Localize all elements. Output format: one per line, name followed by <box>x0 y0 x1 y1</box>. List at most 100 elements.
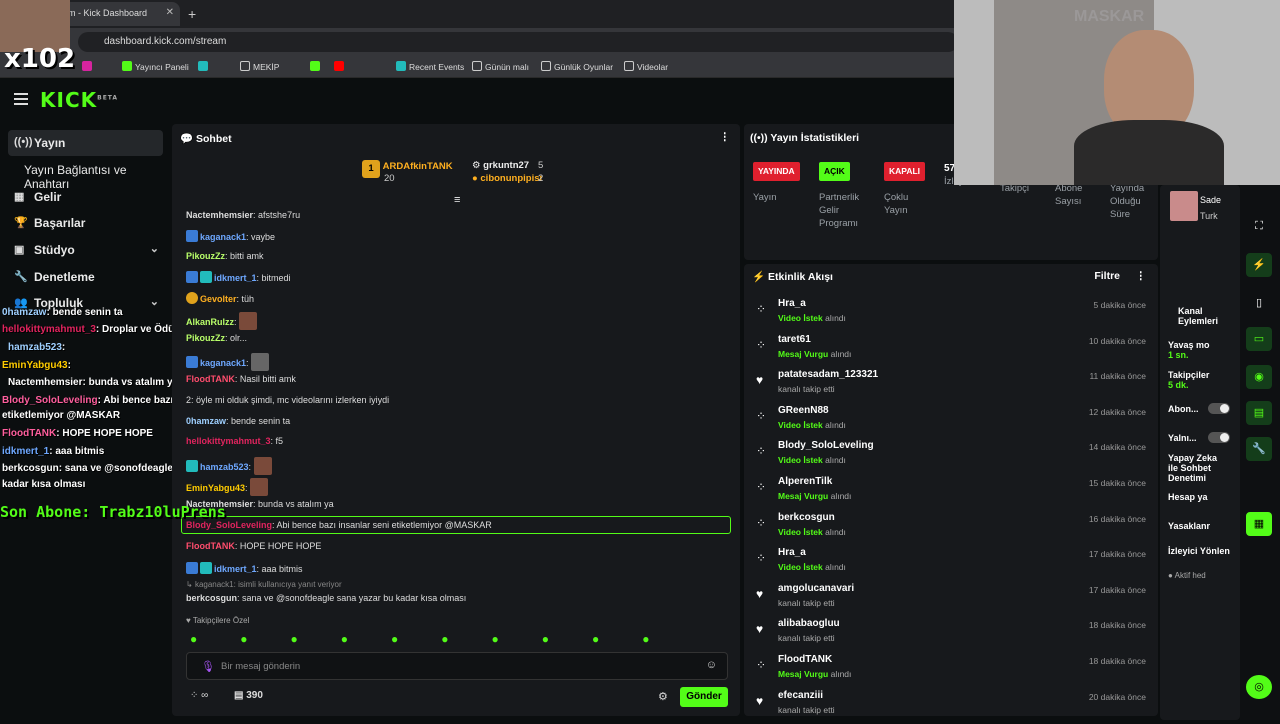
feed-item-time: 16 dakika önce <box>1088 513 1146 524</box>
layout-icon[interactable]: ▤ <box>1246 401 1272 425</box>
chat-message: AlkanRulzz: <box>186 312 258 330</box>
account-age-item[interactable]: Hesap ya <box>1168 492 1208 502</box>
settings-gear-icon[interactable]: ⚙ <box>658 690 668 703</box>
feed-item-name: Hra_a <box>778 298 806 309</box>
broadcast-rail-icon[interactable]: ◉ <box>1246 365 1272 389</box>
feed-filter-button[interactable]: Filtre <box>1094 270 1120 282</box>
bookmark-kick-icon[interactable] <box>310 61 323 72</box>
feed-item[interactable]: ⁘ FloodTANK Mesaj Vurgu alındı 18 dakika ön… <box>754 654 1150 688</box>
overlay-counter: x102 <box>4 44 76 74</box>
bookmark-gunun-mali[interactable]: Günün malı <box>472 61 529 72</box>
subs-only-item[interactable]: Abon... <box>1168 404 1199 414</box>
feed-item-rest: kanalı takip etti <box>778 704 835 715</box>
feed-item[interactable]: ⁘ berkcosgun Video İstek alındı 16 dakika ö… <box>754 512 1150 546</box>
wrench-rail-icon[interactable]: 🔧 <box>1246 437 1272 461</box>
bookmark-youtube-icon[interactable] <box>334 61 347 72</box>
feed-item-time: 12 dakika önce <box>1088 406 1146 417</box>
ai-moderation-item[interactable]: Yapay Zeka ile Sohbet Denetimi <box>1168 453 1218 483</box>
bookmark-recent-events[interactable]: Recent Events <box>396 61 464 72</box>
bookmark-videolar[interactable]: Videolar <box>624 61 668 72</box>
feed-item[interactable]: ⁘ taret61 Mesaj Vurgu alındı 10 dakika önce <box>754 334 1150 368</box>
infinity-points-icon[interactable]: ⁘ ∞ <box>190 690 208 701</box>
chat-input-placeholder: Bir mesaj gönderin <box>221 661 301 672</box>
chat-message: idkmert_1: aaa bitmis <box>186 562 303 574</box>
support-icon[interactable]: ◎ <box>1246 675 1272 699</box>
feed-item-action: kanalı takip etti <box>778 705 835 715</box>
feed-item[interactable]: ♥ amgolucanavari kanalı takip etti 17 dakik… <box>754 583 1150 617</box>
heart-icon: ♥ <box>756 586 764 601</box>
slow-mode-item[interactable]: Yavaş mo 1 sn. <box>1168 340 1210 360</box>
feed-item[interactable]: ⁘ AlperenTilk Mesaj Vurgu alındı 15 dakika … <box>754 476 1150 510</box>
side-card-thumbnail <box>1170 191 1198 221</box>
bookmark-gunluk-oyunlar[interactable]: Günlük Oyunlar <box>541 61 613 72</box>
stat-yayin: YAYINDA Yayın <box>753 162 800 204</box>
channel-actions-panel: Sade Turk Kanal Eylemleri Yavaş mo 1 sn. … <box>1160 185 1240 720</box>
chat-message: kaganack1: <box>186 353 270 371</box>
heart-icon: ♥ <box>756 693 764 708</box>
chat-message: idkmert_1: bitmedi <box>186 271 291 283</box>
webcam-overlay: MASKAR <box>954 0 1280 185</box>
chat-menu-icon[interactable]: ⋮ <box>720 131 731 143</box>
leaderboard-third-score: 2 <box>538 173 544 184</box>
emoji-icon[interactable]: ☺ <box>706 659 717 671</box>
feed-item-time: 5 dakika önce <box>1093 300 1146 310</box>
bans-item[interactable]: Yasaklanr <box>1168 521 1210 531</box>
feed-item-action: Video İstek alındı <box>778 562 846 572</box>
leaderboard-first-name: ARDAfkinTANK <box>382 161 453 172</box>
rank-badge: 1 <box>362 160 380 178</box>
chat-filter-icon[interactable]: ≡ <box>454 194 460 206</box>
channel-actions-title: Kanal Eylemleri <box>1178 306 1219 326</box>
viewer-redirect-item[interactable]: İzleyici Yönlen <box>1168 546 1230 556</box>
overlay-chat-line: kadar kısa olması <box>2 479 86 490</box>
feed-menu-icon[interactable]: ⋮ <box>1136 270 1147 282</box>
feed-item-name: taret61 <box>778 333 811 345</box>
bookmark-mekip[interactable]: MEKİP <box>240 61 279 72</box>
chat-message: hellokittymahmut_3: f5 <box>186 436 284 446</box>
feed-item[interactable]: ♥ efecanziii kanalı takip etti 20 dakika ön… <box>754 690 1150 724</box>
followers-mode-item[interactable]: Takipçiler 5 dk. <box>1168 370 1209 390</box>
feed-item[interactable]: ⁘ Hra_a Video İstek alındı 17 dakika önce <box>754 547 1150 581</box>
feed-title: ⚡ Etkinlik Akışı <box>752 271 833 283</box>
feed-item[interactable]: ⁘ Blody_SoloLeveling Video İstek alındı 14 … <box>754 440 1150 474</box>
emote-only-item[interactable]: Yalnı... <box>1168 433 1197 443</box>
followers-only-label: ♥ Takipçilere Özel <box>186 616 250 625</box>
stat-uptime: Yayında Olduğu Süre <box>1110 183 1145 220</box>
chat-title: 💬 Sohbet <box>180 133 232 145</box>
reply-context: ↳ kaganack1: isimli kullanıcıya yanıt ve… <box>186 580 342 589</box>
clip-icon[interactable]: ▦ <box>1246 512 1272 536</box>
feed-item-name: GReenN88 <box>778 404 829 416</box>
feed-item-name: alibabaogluu <box>778 618 840 630</box>
user-icon: ⁘ <box>756 480 767 494</box>
feed-item-rest: alındı <box>822 562 846 573</box>
feed-item-name: efecanziii <box>778 689 824 701</box>
subs-only-toggle[interactable] <box>1208 403 1230 414</box>
feed-item[interactable]: ♥ patatesadam_123321 kanalı takip etti 11 d… <box>754 369 1150 403</box>
feed-item-name: Blody_SoloLeveling <box>778 440 874 452</box>
points-display[interactable]: ▤ 390 <box>234 690 263 701</box>
feed-item-highlight: Video İstek <box>778 562 823 573</box>
side-card-subtitle: Turk <box>1200 211 1218 221</box>
flash-icon[interactable]: ⚡ <box>1246 253 1272 277</box>
feed-item[interactable]: ⁘ GReenN88 Video İstek alındı 12 dakika önc… <box>754 405 1150 439</box>
activity-feed-panel: ⚡ Etkinlik Akışı Filtre ⋮ ⁘ Hra_a Video İs… <box>744 264 1158 716</box>
feed-item[interactable]: ♥ alibabaogluu kanalı takip etti 18 dakika … <box>754 618 1150 652</box>
document-icon[interactable]: ▯ <box>1246 291 1272 315</box>
feed-item-action: Video İstek alındı <box>778 455 846 465</box>
chat-icon[interactable]: ▭ <box>1246 327 1272 351</box>
feed-item[interactable]: ⁘ Hra_a Video İstek alındı 5 dakika önce <box>754 298 1150 332</box>
send-button[interactable]: Gönder <box>680 687 728 707</box>
microphone-icon[interactable]: 🎙 <box>201 660 215 673</box>
overlay-chat-line: idkmert_1: aaa bitmis <box>2 446 105 457</box>
active-host-item[interactable]: ● Aktif hed <box>1168 571 1206 581</box>
feed-item-rest: kanalı takip etti <box>778 597 835 608</box>
chat-message: hamzab523: <box>186 457 272 475</box>
feed-item-action: kanalı takip etti <box>778 384 835 394</box>
feed-item-time: 10 dakika önce <box>1088 335 1146 346</box>
chat-message: PikouzZz: olr... <box>186 333 248 343</box>
chat-input[interactable]: 🎙 Bir mesaj gönderin ☺ <box>186 652 728 680</box>
feed-item-action: Video İstek alındı <box>778 527 846 537</box>
emote-only-toggle[interactable] <box>1208 432 1230 443</box>
fullscreen-icon[interactable]: ⛶ <box>1246 215 1272 239</box>
overlay-chat-line: EminYabgu43: <box>2 360 71 371</box>
emote-bar[interactable]: ●●●●●●●●●● <box>190 632 730 648</box>
